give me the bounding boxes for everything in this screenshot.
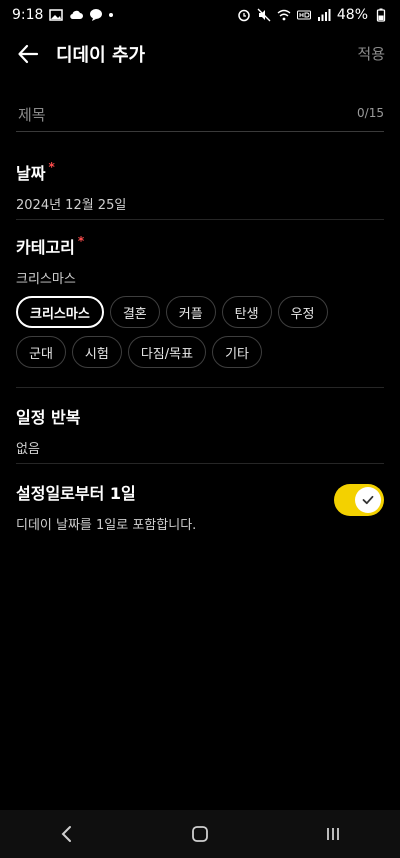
chip-goal[interactable]: 다짐/목표 [127, 336, 207, 368]
chip-christmas[interactable]: 크리스마스 [16, 296, 104, 328]
divider [16, 219, 384, 220]
category-chips: 크리스마스 결혼 커플 탄생 우정 군대 시험 다짐/목표 기타 [16, 296, 384, 376]
battery-icon [376, 8, 386, 22]
nav-back-button[interactable] [45, 812, 89, 856]
title-field: 0/15 [16, 102, 384, 132]
page-title: 디데이 추가 [56, 45, 146, 66]
title-input[interactable] [16, 102, 320, 128]
chip-row: 군대 시험 다짐/목표 기타 [16, 336, 384, 368]
category-value: 크리스마스 [16, 272, 76, 287]
status-right: 48% [237, 7, 388, 23]
chip-friendship[interactable]: 우정 [277, 296, 328, 328]
chevron-left-icon [61, 826, 71, 842]
apply-button[interactable]: 적용 [357, 43, 385, 64]
chip-row: 크리스마스 결혼 커플 탄생 우정 [16, 296, 384, 328]
repeat-label: 일정 반복 [16, 408, 81, 427]
count-from-one-label: 설정일로부터 1일 [16, 484, 136, 503]
chip-birth[interactable]: 탄생 [221, 296, 272, 328]
back-button[interactable] [12, 38, 44, 70]
chip-couple[interactable]: 커플 [165, 296, 216, 328]
date-value: 2024년 12월 25일 [16, 198, 127, 213]
check-icon [362, 495, 374, 505]
chip-military[interactable]: 군대 [16, 336, 66, 368]
divider [16, 387, 384, 388]
alarm-icon [238, 9, 250, 22]
mute-icon [257, 8, 271, 22]
cloud-icon [70, 10, 84, 20]
nav-recents-button[interactable] [311, 812, 355, 856]
status-time: 9:18 [12, 7, 44, 23]
count-from-one-section: 설정일로부터 1일 디데이 날짜를 1일로 포함합니다. [16, 480, 384, 533]
date-label-text: 날짜 [16, 164, 46, 183]
toggle-knob [355, 487, 381, 513]
notification-dot-icon [109, 13, 114, 17]
repeat-value: 없음 [16, 442, 40, 457]
divider [16, 463, 384, 464]
battery-percent: 48% [336, 7, 368, 23]
title-char-counter: 0/15 [357, 106, 384, 120]
required-mark: * [77, 234, 85, 248]
chip-exam[interactable]: 시험 [71, 336, 122, 368]
app-bar: 디데이 추가 적용 [0, 30, 400, 78]
signal-icon [317, 9, 331, 21]
home-icon [192, 826, 208, 842]
repeat-section[interactable]: 일정 반복 없음 [16, 404, 384, 457]
category-label: 카테고리 * [16, 234, 384, 258]
hd-voice-icon [296, 10, 311, 20]
count-from-one-desc: 디데이 날짜를 1일로 포함합니다. [16, 518, 197, 533]
chip-etc[interactable]: 기타 [212, 336, 262, 368]
category-section: 카테고리 * 크리스마스 [16, 234, 384, 287]
system-nav-bar [0, 810, 400, 858]
required-mark: * [48, 160, 55, 174]
recents-icon [327, 828, 340, 840]
date-label: 날짜 * [16, 160, 384, 184]
gallery-icon [49, 9, 64, 21]
nav-home-button[interactable] [178, 812, 222, 856]
count-from-one-toggle[interactable] [334, 484, 384, 516]
status-bar: 9:18 48% [0, 0, 400, 30]
status-left: 9:18 [12, 7, 114, 23]
category-label-text: 카테고리 [16, 238, 75, 257]
chat-icon [90, 9, 103, 21]
chip-wedding[interactable]: 결혼 [109, 296, 160, 328]
wifi-icon [277, 9, 291, 21]
date-section[interactable]: 날짜 * 2024년 12월 25일 [16, 160, 384, 213]
arrow-left-icon [18, 44, 39, 64]
